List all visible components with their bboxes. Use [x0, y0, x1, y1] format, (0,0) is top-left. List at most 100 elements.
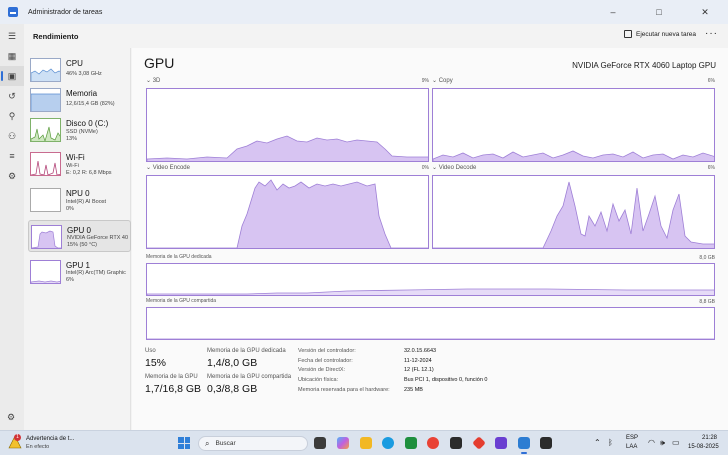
title-bar: Administrador de tareas – □ ✕ [0, 0, 728, 24]
app-red-diamond-icon[interactable] [472, 436, 486, 450]
wifi-icon[interactable]: ◠ [648, 438, 655, 447]
device-sub: 15% (50 °C) [67, 242, 98, 248]
device-item-gpu0[interactable]: GPU 0 NVIDIA GeForce RTX 40 15% (50 °C) [28, 220, 131, 252]
device-item-disk[interactable]: Disco 0 (C:) SSD (NVMe) 13% [28, 114, 131, 146]
page-header: Rendimiento Ejecutar nueva tarea ··· [24, 24, 728, 48]
language-layout[interactable]: LAA [626, 444, 637, 450]
file-explorer-icon[interactable] [360, 437, 372, 449]
performance-icon[interactable]: ▣ [0, 66, 24, 86]
device-sub: E: 0,2 R: 6,8 Mbps [66, 170, 112, 176]
volume-icon[interactable]: 🕪 [660, 438, 665, 448]
graph-copy [432, 88, 715, 162]
graph-shared-memory [146, 307, 715, 340]
shared-memory-label: Memoria de la GPU compartida [146, 298, 217, 304]
app-history-icon[interactable]: ↺ [0, 86, 24, 106]
device-item-npu[interactable]: NPU 0 Intel(R) AI Boost 0% [28, 184, 131, 216]
device-sub: SSD (NVMe) [66, 129, 98, 135]
device-sub: 46% 3,08 GHz [66, 71, 102, 77]
device-item-memory[interactable]: Memoria 12,6/15,4 GB (82%) [28, 84, 131, 116]
device-sub: 13% [66, 136, 78, 142]
edge-icon[interactable] [382, 437, 394, 449]
services-icon[interactable]: ⚙ [0, 166, 24, 186]
npu-thumbnail [30, 188, 61, 212]
engine-pct-copy: 6% [707, 78, 715, 84]
clock-date[interactable]: 15-08-2025 [688, 444, 719, 450]
taskbar-search[interactable]: ⌕ Buscar [198, 436, 308, 451]
capcut-second-icon[interactable] [540, 437, 552, 449]
startup-apps-icon[interactable]: ⚲ [0, 106, 24, 126]
info-directx-value: 12 (FL 12.1) [404, 367, 434, 373]
info-location-value: Bus PCI 1, dispositivo 0, función 0 [404, 377, 488, 383]
alert-subtitle: En efecto [26, 444, 50, 450]
hamburger-menu-icon[interactable]: ☰ [0, 26, 24, 46]
device-sub: 6% [66, 277, 74, 283]
chrome-icon[interactable] [427, 437, 439, 449]
alert-title[interactable]: Advertencia de t... [26, 436, 74, 442]
settings-gear-icon[interactable]: ⚙ [7, 412, 15, 423]
info-driver-date-value: 11-12-2024 [404, 358, 432, 364]
device-sub: Intel(R) AI Boost [66, 199, 107, 205]
spotify-icon[interactable] [405, 437, 417, 449]
notification-badge: 1 [14, 434, 21, 441]
info-location-key: Ubicación física: [298, 377, 339, 383]
copilot-icon[interactable] [337, 437, 349, 449]
window-title: Administrador de tareas [28, 8, 103, 16]
wifi-thumbnail [30, 152, 61, 176]
info-directx-key: Versión de DirectX: [298, 367, 346, 373]
device-name: NPU 0 [66, 189, 90, 198]
processes-icon[interactable]: ▦ [0, 46, 24, 66]
taskbar: 1 Advertencia de t... En efecto ⌕ Buscar… [0, 430, 728, 455]
maximize-button[interactable]: □ [636, 0, 682, 24]
memory-thumbnail [30, 88, 61, 112]
info-reserved-mem-key: Memoria reservada para el hardware: [298, 387, 390, 393]
device-sub: Wi-Fi [66, 163, 79, 169]
device-name: GPU 0 [67, 226, 92, 235]
task-manager-icon [8, 7, 18, 17]
device-list: CPU 46% 3,08 GHz Memoria 12,6/15,4 GB (8… [24, 48, 131, 430]
start-button[interactable] [178, 437, 190, 449]
task-manager-taskbar-icon[interactable] [518, 437, 530, 454]
cpu-thumbnail [30, 58, 61, 82]
graph-3d [146, 88, 429, 162]
graph-video-encode [146, 175, 429, 249]
usage-label: Uso [145, 348, 156, 354]
engine-label-video-decode[interactable]: ⌄ Video Decode [432, 164, 476, 171]
disk-thumbnail [30, 118, 61, 142]
language-code[interactable]: ESP [626, 435, 638, 441]
tray-overflow-icon[interactable]: ⌃ [594, 438, 601, 447]
shared-mem-label: Memoria de la GPU compartida [207, 374, 292, 380]
task-view-icon[interactable] [314, 437, 326, 449]
run-new-task-button[interactable]: Ejecutar nueva tarea [624, 30, 696, 38]
details-icon[interactable]: ≡ [0, 146, 24, 166]
search-placeholder: Buscar [215, 440, 236, 447]
device-name: GPU 1 [66, 261, 91, 270]
clock-time[interactable]: 21:28 [702, 435, 717, 441]
close-button[interactable]: ✕ [682, 0, 728, 24]
minimize-button[interactable]: – [590, 0, 636, 24]
info-driver-version-value: 32.0.15.6643 [404, 348, 437, 354]
capcut-icon[interactable] [450, 437, 462, 449]
users-icon[interactable]: ⚇ [0, 126, 24, 146]
run-new-task-label: Ejecutar nueva tarea [636, 30, 696, 38]
engine-label-copy[interactable]: ⌄ Copy [432, 77, 453, 84]
device-item-wifi[interactable]: Wi-Fi Wi-Fi E: 0,2 R: 6,8 Mbps [28, 148, 131, 180]
engine-label-3d[interactable]: ⌄ 3D [146, 77, 160, 84]
page-title: Rendimiento [33, 31, 79, 41]
device-sub: NVIDIA GeForce RTX 40 [67, 235, 129, 241]
battery-icon[interactable]: ▭ [672, 438, 680, 447]
engine-label-video-encode[interactable]: ⌄ Video Encode [146, 164, 190, 171]
usage-value: 15% [145, 357, 167, 369]
search-icon: ⌕ [205, 438, 210, 448]
dedicated-memory-label: Memoria de la GPU dedicada [146, 254, 212, 260]
device-item-cpu[interactable]: CPU 46% 3,08 GHz [28, 54, 131, 86]
dedicated-mem-label: Memoria de la GPU dedicada [207, 348, 286, 354]
new-task-icon [624, 30, 633, 38]
device-name: Disco 0 (C:) [66, 119, 109, 128]
engine-pct-3d: 9% [421, 78, 429, 84]
more-options-button[interactable]: ··· [705, 28, 718, 39]
app-purple-icon[interactable] [495, 437, 507, 449]
device-name: CPU [66, 59, 83, 68]
bluetooth-icon[interactable]: ᛒ [608, 438, 613, 447]
device-item-gpu1[interactable]: GPU 1 Intel(R) Arc(TM) Graphic 6% [28, 256, 131, 288]
graph-video-decode [432, 175, 715, 249]
